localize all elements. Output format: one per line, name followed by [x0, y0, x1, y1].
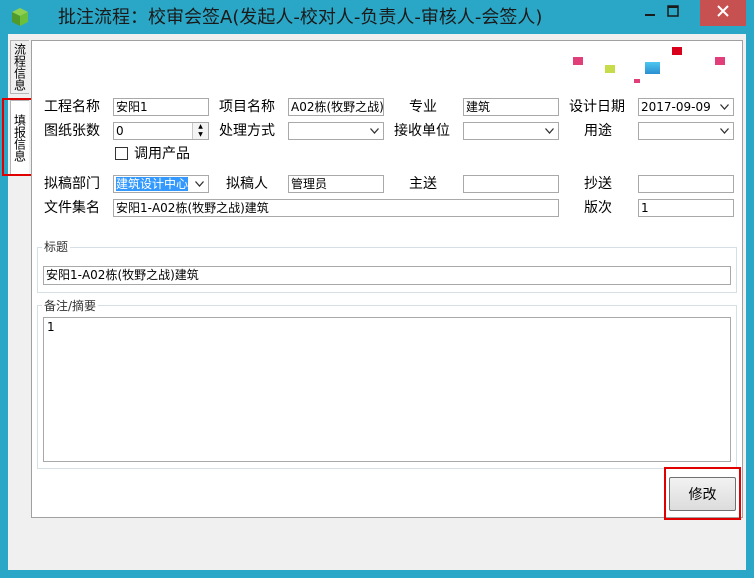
chevron-down-icon[interactable]	[191, 176, 208, 192]
handling-select[interactable]	[288, 122, 384, 140]
subject-label: 标题	[42, 240, 71, 254]
chevron-down-icon[interactable]	[366, 123, 383, 139]
design-date-picker[interactable]: 2017-09-09	[638, 98, 734, 116]
tab-process-info[interactable]: 流程信息	[10, 40, 29, 94]
specialty-field[interactable]: 建筑	[463, 98, 559, 116]
drafter-label: 拟稿人	[226, 176, 268, 192]
usage-select[interactable]	[638, 122, 734, 140]
drawing-count-value: 0	[116, 124, 124, 138]
handling-label: 处理方式	[219, 123, 275, 139]
chevron-down-icon[interactable]	[541, 123, 558, 139]
green-cube-icon	[10, 7, 30, 27]
decoration-square	[634, 79, 640, 83]
design-date-label: 设计日期	[569, 99, 625, 115]
decoration-square	[605, 65, 615, 73]
drafter-field[interactable]: 管理员	[288, 175, 384, 193]
item-name-field[interactable]: A02栋(牧野之战)	[288, 98, 384, 116]
tab-highlight-box	[2, 98, 33, 176]
maximize-icon	[667, 5, 679, 21]
specialty-label: 专业	[409, 99, 437, 115]
decoration-square	[645, 62, 660, 74]
chevron-down-icon[interactable]	[716, 123, 733, 139]
edition-field[interactable]: 1	[638, 199, 734, 217]
file-set-label: 文件集名	[44, 200, 100, 216]
drawing-count-label: 图纸张数	[44, 123, 100, 139]
close-button[interactable]	[700, 0, 746, 26]
use-product-label: 调用产品	[134, 146, 190, 162]
receiver-label: 接收单位	[394, 123, 450, 139]
form-panel: 工程名称 安阳1 项目名称 A02栋(牧野之战) 专业 建筑 设计日期 2017…	[31, 40, 743, 518]
item-name-label: 项目名称	[219, 99, 275, 115]
spin-down-icon[interactable]: ▼	[193, 131, 208, 139]
spin-up-icon[interactable]: ▲	[193, 123, 208, 131]
drafting-dept-select[interactable]: 建筑设计中心	[113, 175, 209, 193]
remarks-label: 备注/摘要	[42, 299, 99, 313]
decoration-square	[672, 47, 682, 55]
edition-label: 版次	[584, 200, 612, 216]
title-bar[interactable]: 批注流程：校审会签A(发起人-校对人-负责人-审核人-会签人)	[0, 0, 754, 34]
subject-field[interactable]: 安阳1-A02栋(牧野之战)建筑	[43, 266, 731, 285]
button-highlight-box	[664, 467, 741, 520]
main-send-field[interactable]	[463, 175, 559, 193]
project-name-label: 工程名称	[44, 99, 100, 115]
use-product-checkbox[interactable]	[115, 147, 128, 160]
decoration-square	[715, 57, 725, 65]
receiver-select[interactable]	[463, 122, 559, 140]
drafting-dept-value: 建筑设计中心	[116, 177, 189, 191]
remarks-textarea[interactable]: 1	[43, 317, 731, 462]
project-name-field[interactable]: 安阳1	[113, 98, 209, 116]
design-date-value: 2017-09-09	[641, 100, 711, 114]
decoration-square	[573, 57, 583, 65]
maximize-button[interactable]	[660, 0, 686, 26]
file-set-field[interactable]: 安阳1-A02栋(牧野之战)建筑	[113, 199, 559, 217]
window-title: 批注流程：校审会签A(发起人-校对人-负责人-审核人-会签人)	[58, 7, 543, 28]
minimize-icon	[644, 5, 656, 21]
cc-label: 抄送	[584, 176, 612, 192]
close-icon	[717, 5, 729, 21]
main-send-label: 主送	[409, 176, 437, 192]
usage-label: 用途	[584, 123, 612, 139]
app-window: 批注流程：校审会签A(发起人-校对人-负责人-审核人-会签人) 流程信息 填报信…	[0, 0, 754, 578]
chevron-down-icon[interactable]	[716, 99, 733, 115]
client-area: 流程信息 填报信息 工程名称 安阳1 项目名称 A02栋(牧野之战) 专业 建筑…	[2, 34, 746, 570]
drawing-count-stepper[interactable]: 0 ▲ ▼	[113, 122, 209, 140]
drafting-dept-label: 拟稿部门	[44, 176, 100, 192]
cc-field[interactable]	[638, 175, 734, 193]
